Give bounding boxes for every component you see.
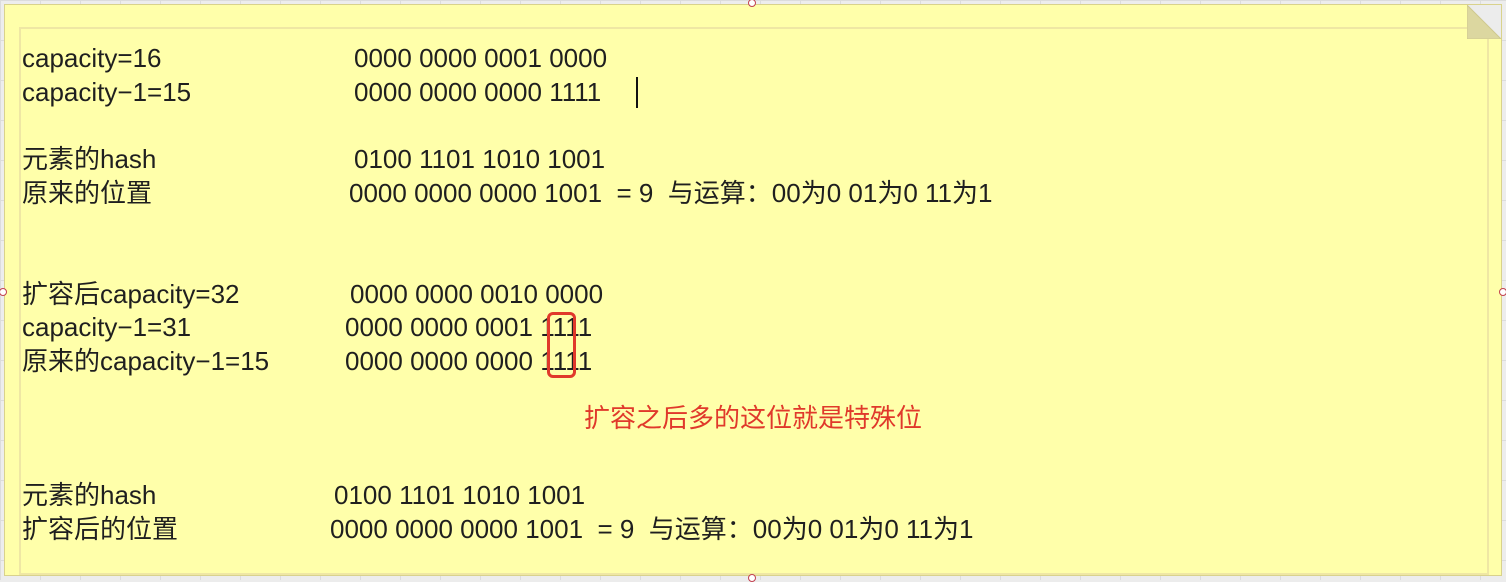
note-inner-border bbox=[19, 27, 1489, 575]
label-element-hash: 元素的hash bbox=[22, 144, 157, 174]
label-capacity-minus-1-31: capacity−1=31 bbox=[22, 312, 192, 342]
label-original-position: 原来的位置 bbox=[22, 178, 153, 208]
value-original-position: 0000 0000 0000 1001 = 9 与运算：00为0 01为0 11… bbox=[349, 178, 993, 208]
value-capacity-minus-1-15: 0000 0000 0000 1111 bbox=[354, 77, 602, 107]
label-capacity-16: capacity=16 bbox=[22, 43, 162, 73]
text-cursor bbox=[636, 77, 638, 108]
value-element-hash-2: 0100 1101 1010 1001 bbox=[334, 480, 586, 510]
resize-handle-right[interactable] bbox=[1499, 288, 1506, 296]
value-expanded-position: 0000 0000 0000 1001 = 9 与运算：00为0 01为0 11… bbox=[330, 514, 974, 544]
value-element-hash: 0100 1101 1010 1001 bbox=[354, 144, 606, 174]
label-element-hash-2: 元素的hash bbox=[22, 480, 157, 510]
label-expanded-capacity-32: 扩容后capacity=32 bbox=[22, 279, 240, 309]
label-capacity-minus-1-15: capacity−1=15 bbox=[22, 77, 192, 107]
folded-corner-icon bbox=[1467, 5, 1501, 39]
special-bit-highlight-box bbox=[547, 312, 576, 378]
label-expanded-position: 扩容后的位置 bbox=[22, 514, 179, 544]
value-expanded-capacity-32: 0000 0000 0010 0000 bbox=[350, 279, 604, 309]
label-original-capacity-minus-1-15: 原来的capacity−1=15 bbox=[22, 346, 270, 376]
special-bit-annotation: 扩容之后多的这位就是特殊位 bbox=[584, 404, 923, 434]
value-capacity-16: 0000 0000 0001 0000 bbox=[354, 43, 608, 73]
resize-handle-bottom[interactable] bbox=[748, 574, 756, 582]
